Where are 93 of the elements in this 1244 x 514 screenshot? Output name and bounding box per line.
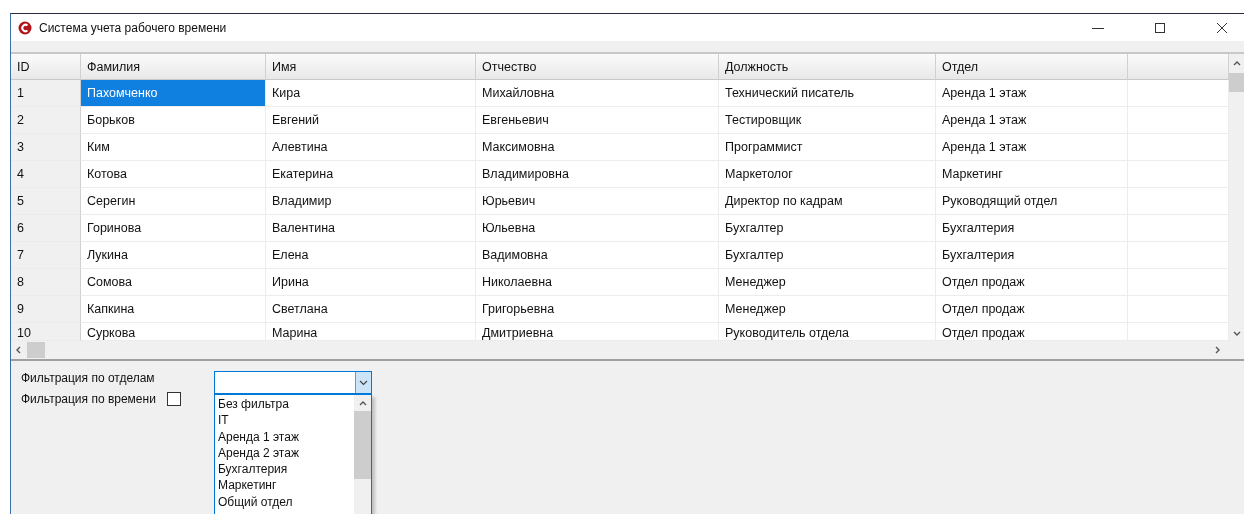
department-combobox[interactable]	[214, 371, 372, 394]
table-cell: Екатерина	[266, 161, 476, 188]
row-header: 7	[11, 242, 81, 269]
table-cell: Бухгалтер	[719, 215, 936, 242]
table-cell: Лукина	[81, 242, 266, 269]
row-header: 8	[11, 269, 81, 296]
close-icon[interactable]	[1216, 21, 1228, 34]
table-cell: Тестировщик	[719, 107, 936, 134]
table-cell: Юрьевич	[476, 188, 719, 215]
table-cell: Евгеньевич	[476, 107, 719, 134]
dropdown-option[interactable]: Без фильтра	[218, 396, 354, 413]
table-cell: Аренда 1 этаж	[936, 107, 1128, 134]
table-cell: Алевтина	[266, 134, 476, 161]
table-cell: Программист	[719, 134, 936, 161]
table-cell: Николаевна	[476, 269, 719, 296]
column-header[interactable]: Имя	[266, 54, 476, 80]
table-cell: Ким	[81, 134, 266, 161]
scroll-up-icon[interactable]	[1233, 60, 1241, 66]
time-filter-checkbox[interactable]	[166, 392, 181, 406]
column-header[interactable]: Фамилия	[81, 54, 266, 80]
row-header: 9	[11, 296, 81, 323]
row-header: 5	[11, 188, 81, 215]
table-cell: Серегин	[81, 188, 266, 215]
table-cell: Бухгалтерия	[936, 242, 1128, 269]
table-cell: Маркетолог	[719, 161, 936, 188]
table-cell: Ирина	[266, 269, 476, 296]
dropdown-scrollbar[interactable]	[354, 395, 371, 514]
table-cell: Аренда 1 этаж	[936, 80, 1128, 107]
table-cell: Вадимовна	[476, 242, 719, 269]
table-cell: Руководитель отдела	[719, 323, 936, 341]
row-header: 4	[11, 161, 81, 188]
table-cell: Марина	[266, 323, 476, 341]
table-cell: Елена	[266, 242, 476, 269]
horizontal-scrollbar[interactable]	[11, 341, 1244, 361]
table-cell: Руководящий отдел	[936, 188, 1128, 215]
dropdown-option[interactable]: Маркетинг	[218, 477, 354, 494]
table-cell: Бухгалтерия	[936, 215, 1128, 242]
scroll-thumb[interactable]	[354, 411, 371, 479]
table-cell: Владимир	[266, 188, 476, 215]
table-cell: Пахомченко	[81, 80, 266, 107]
row-header: 2	[11, 107, 81, 134]
dropdown-option[interactable]: Аренда 2 этаж	[218, 444, 354, 462]
row-header: 3	[11, 134, 81, 161]
column-header[interactable]: ID	[11, 54, 81, 80]
dropdown-option[interactable]: IT	[218, 412, 354, 429]
maximize-icon[interactable]	[1154, 21, 1166, 34]
table-cell: Отдел продаж	[936, 323, 1128, 341]
department-filter-label: Фильтрация по отделам	[21, 371, 156, 385]
column-header[interactable]: Отчество	[476, 54, 719, 80]
table-cell: Дмитриевна	[476, 323, 719, 341]
table-cell: Валентина	[266, 215, 476, 242]
table-cell: Маркетинг	[936, 161, 1128, 188]
dropdown-option[interactable]: Общий отдел	[218, 493, 354, 511]
dropdown-button[interactable]	[355, 372, 371, 393]
table-cell: Бухгалтер	[719, 242, 936, 269]
table-cell: Котова	[81, 161, 266, 188]
column-header[interactable]: Отдел	[936, 54, 1128, 80]
table-cell: Директор по кадрам	[719, 188, 936, 215]
table-cell: Михайловна	[476, 80, 719, 107]
table-cell: Суркова	[81, 323, 266, 341]
table-cell: Менеджер	[719, 269, 936, 296]
app-logo-icon	[18, 20, 32, 35]
column-header[interactable]: Должность	[719, 54, 936, 80]
dropdown-option[interactable]: Бухгалтерия	[218, 461, 354, 478]
table-cell: Сомова	[81, 269, 266, 296]
table-cell: Горинова	[81, 215, 266, 242]
scroll-right-icon[interactable]	[1215, 346, 1221, 354]
dropdown-option[interactable]: Аренда 1 этаж	[218, 428, 354, 445]
scroll-thumb[interactable]	[1229, 73, 1244, 92]
table-cell: Владимировна	[476, 161, 719, 188]
table-cell: Отдел продаж	[936, 269, 1128, 296]
row-header: 1	[11, 80, 81, 107]
table-cell: Евгений	[266, 107, 476, 134]
scroll-up-icon[interactable]	[358, 400, 367, 406]
table-cell: Юльевна	[476, 215, 719, 242]
table-cell: Светлана	[266, 296, 476, 323]
table-cell: Аренда 1 этаж	[936, 134, 1128, 161]
table-cell: Борьков	[81, 107, 266, 134]
row-header: 10	[11, 323, 81, 341]
window-title: Система учета рабочего времени	[39, 20, 227, 35]
table-cell: Капкина	[81, 296, 266, 323]
table-cell: Отдел продаж	[936, 296, 1128, 323]
table-cell: Менеджер	[719, 296, 936, 323]
table-cell: Кира	[266, 80, 476, 107]
table-cell: Григорьевна	[476, 296, 719, 323]
time-filter-label: Фильтрация по времени	[21, 392, 156, 406]
table-cell: Технический писатель	[719, 80, 936, 107]
chevron-down-icon	[359, 379, 368, 386]
table-cell: Максимовна	[476, 134, 719, 161]
scroll-thumb[interactable]	[27, 342, 45, 358]
row-header: 6	[11, 215, 81, 242]
scroll-left-icon[interactable]	[15, 346, 21, 354]
scroll-down-icon[interactable]	[1233, 331, 1241, 337]
